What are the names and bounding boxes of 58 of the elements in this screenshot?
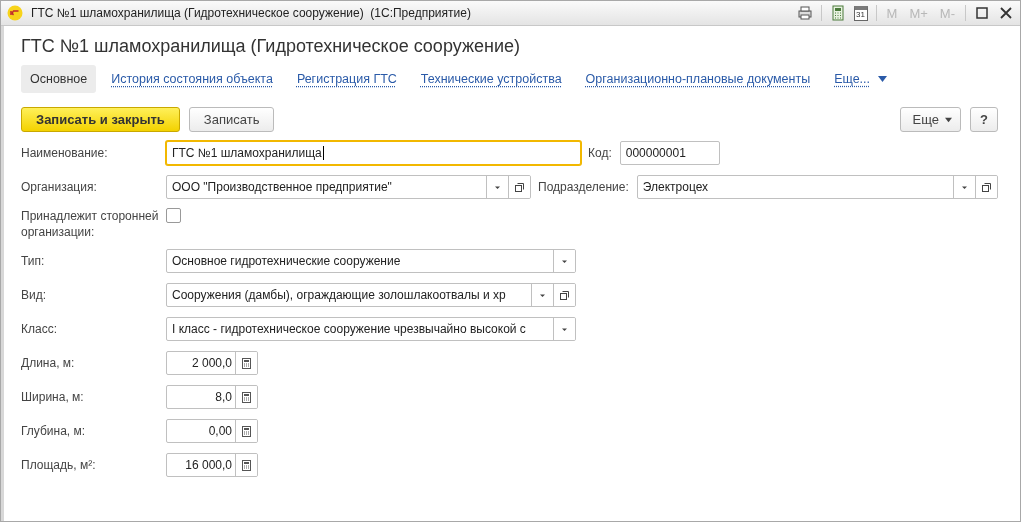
form-title: ГТС №1 шламохранилища (Гидротехническое сооружение) [21,36,521,57]
number-field[interactable]: 8,0 [166,385,258,409]
tab[interactable]: Регистрация ГТС [287,65,406,93]
text-field[interactable]: 000000001 [619,141,720,165]
help-button[interactable]: ? [970,107,998,132]
field-label: Глубина, м: [21,423,87,439]
field-label: Класс: [21,321,58,337]
checkbox[interactable] [166,208,181,223]
save-and-close-button[interactable]: Записать и закрыть [21,107,180,132]
number-field[interactable]: 0,00 [166,419,258,443]
select-field[interactable]: Основное гидротехнические сооружение [166,249,576,273]
field-label: Ширина, м: [21,389,85,405]
number-field[interactable]: 16 000,0 [166,453,258,477]
calculator-button[interactable] [235,420,257,442]
open-button[interactable] [508,176,530,198]
app-logo-icon [7,5,23,21]
calculator-button[interactable] [235,454,257,476]
open-form-icon [982,182,991,192]
open-form-icon [560,290,569,300]
calculator-button[interactable] [235,352,257,374]
field-label: Организация: [21,179,98,195]
tab[interactable]: Организационно-плановые документы [576,65,820,93]
field-label: Длина, м: [21,355,76,371]
number-field[interactable]: 2 000,0 [166,351,258,375]
select-field[interactable]: I класс - гидротехническое сооружение чрезвычайно высокой с [166,317,576,341]
caret-icon [945,116,953,123]
field-label: Подразделение: [538,180,629,194]
tab[interactable]: Технические устройства [411,65,571,93]
printer-icon[interactable] [796,5,813,21]
field-label: Тип: [21,253,46,269]
select-field[interactable]: Сооружения (дамбы), ограждающие золошлакоотвалы и хр [166,283,576,307]
tab[interactable]: История состояния объекта [102,65,282,93]
save-button[interactable]: Записать [188,107,275,132]
calculator-icon [242,459,251,471]
tab[interactable]: Основное [21,65,97,93]
field-label: Вид: [21,287,48,303]
calculator-icon [242,425,251,437]
select-field[interactable]: Электроцех [636,175,998,199]
maximize-icon[interactable] [974,5,990,21]
open-button[interactable] [975,176,997,198]
open-form-icon [515,182,524,192]
calculator-icon[interactable] [829,5,846,21]
more-tabs-button[interactable]: Еще... [825,65,896,93]
field-label: Принадлежит сторонней организации: [21,208,160,240]
caret-icon [878,76,887,82]
calculator-icon [242,357,251,369]
close-icon[interactable] [998,5,1014,21]
calendar-icon[interactable]: 31 [853,5,868,21]
field-label: Площадь, м²: [21,457,97,473]
field-label: Наименование: [21,145,109,161]
calculator-icon [242,391,251,403]
open-button[interactable] [553,284,575,306]
window-title: ГТС №1 шламохранилища (Гидротехническое сооружение) (1С:Предприятие) [31,6,472,20]
select-field[interactable]: ООО "Производственное предприятие" [166,175,531,199]
text-field[interactable]: ГТС №1 шламохранилища [166,141,581,165]
field-label: Код: [588,146,612,160]
calculator-button[interactable] [235,386,257,408]
more-button[interactable]: Еще [899,107,962,132]
